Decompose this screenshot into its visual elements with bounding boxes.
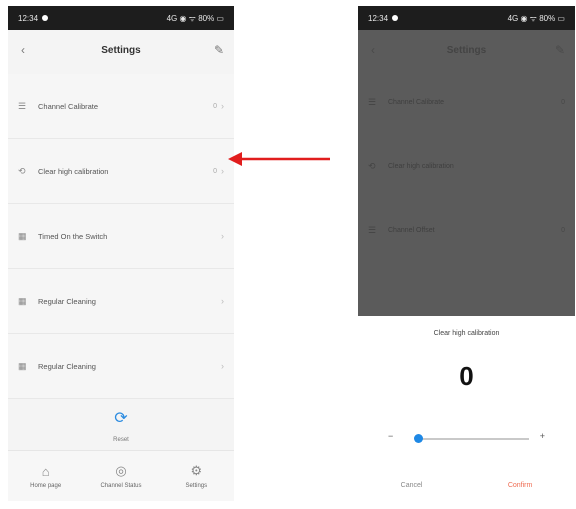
setting-label: Timed On the Switch bbox=[38, 231, 108, 241]
reset-icon: ⟳ bbox=[114, 410, 128, 427]
nav-channel-status[interactable]: ◎ Channel Status bbox=[91, 463, 151, 489]
status-time: 12:34 bbox=[368, 13, 389, 23]
setting-value: 0 bbox=[561, 98, 565, 106]
setting-label: Regular Cleaning bbox=[38, 361, 96, 371]
setting-regular-cleaning-2[interactable]: ▦ Regular Cleaning › bbox=[8, 334, 234, 399]
setting-channel-calibrate: ☰ Channel Calibrate 0 bbox=[358, 70, 575, 134]
chevron-left-icon[interactable]: ‹ bbox=[16, 43, 30, 57]
setting-channel-calibrate[interactable]: ☰ Channel Calibrate 0 › bbox=[8, 74, 234, 139]
settings-icon: ⚙ bbox=[190, 463, 203, 478]
status-icons: 4G ◉ ᯤ 80% ▭ bbox=[166, 13, 224, 23]
annotation-arrow-icon bbox=[228, 152, 330, 166]
status-bar: 12:34 4G ◉ ᯤ 80% ▭ bbox=[358, 6, 575, 30]
setting-label: Channel Offset bbox=[388, 226, 435, 234]
sliders-icon: ☰ bbox=[368, 224, 377, 235]
right-phone-screen: 12:34 4G ◉ ᯤ 80% ▭ ‹ Settings ✎ ☰ Channe… bbox=[358, 6, 575, 501]
header: ‹ Settings ✎ bbox=[358, 30, 575, 70]
sliders-icon: ☰ bbox=[18, 100, 27, 111]
reset-label: Reset bbox=[113, 437, 129, 443]
calibration-value: 0 bbox=[459, 361, 474, 391]
chevron-right-icon: › bbox=[221, 166, 224, 176]
chevron-right-icon: › bbox=[221, 296, 224, 306]
slider-handle[interactable] bbox=[414, 434, 423, 443]
setting-value: 0 bbox=[213, 102, 217, 110]
chevron-right-icon: › bbox=[221, 231, 224, 241]
calendar-icon: ▦ bbox=[18, 230, 27, 241]
setting-label: Clear high calibration bbox=[388, 162, 454, 170]
nav-label: Channel Status bbox=[100, 483, 142, 489]
minus-icon[interactable]: − bbox=[388, 431, 393, 441]
cancel-button[interactable]: Cancel bbox=[401, 482, 423, 489]
calendar-icon: ▦ bbox=[18, 295, 27, 306]
calibration-slider[interactable]: − + bbox=[388, 431, 545, 444]
setting-channel-offset: ☰ Channel Offset 0 bbox=[358, 198, 575, 262]
header: ‹ Settings ✎ bbox=[8, 30, 234, 70]
setting-value: 0 bbox=[213, 167, 217, 175]
setting-value: 0 bbox=[561, 226, 565, 234]
reset-button[interactable]: ⟳ Reset bbox=[8, 408, 234, 446]
confirm-button[interactable]: Confirm bbox=[508, 482, 533, 489]
sheet-actions: Cancel Confirm bbox=[358, 482, 575, 489]
nav-label: Home page bbox=[30, 482, 62, 489]
edit-icon[interactable]: ✎ bbox=[212, 43, 226, 57]
home-icon: ⌂ bbox=[41, 463, 50, 479]
notification-dot bbox=[392, 15, 399, 22]
calibrate-icon: ⟲ bbox=[18, 165, 26, 176]
calibration-bottom-sheet: Clear high calibration 0 − + Cancel Conf… bbox=[358, 316, 575, 501]
status-time: 12:34 bbox=[18, 13, 39, 23]
chevron-right-icon: › bbox=[221, 361, 224, 371]
page-title: Settings bbox=[101, 44, 141, 56]
bottom-nav: ⌂ Home page ◎ Channel Status ⚙ Settings bbox=[8, 450, 234, 501]
settings-list: ☰ Channel Calibrate 0 › ⟲ Clear high cal… bbox=[8, 74, 234, 399]
setting-label: Clear high calibration bbox=[38, 166, 109, 176]
status-bar: 12:34 4G ◉ ᯤ 80% ▭ bbox=[8, 6, 234, 30]
sheet-title: Clear high calibration bbox=[433, 330, 500, 337]
edit-icon: ✎ bbox=[554, 43, 566, 57]
page-title: Settings bbox=[446, 44, 487, 56]
calendar-icon: ▦ bbox=[18, 360, 27, 371]
notification-dot bbox=[42, 15, 49, 22]
status-icons: 4G ◉ ᯤ 80% ▭ bbox=[507, 13, 565, 23]
calibrate-icon: ⟲ bbox=[368, 160, 376, 171]
nav-home[interactable]: ⌂ Home page bbox=[16, 464, 76, 489]
status-icon: ◎ bbox=[115, 463, 127, 478]
setting-regular-cleaning[interactable]: ▦ Regular Cleaning › bbox=[8, 269, 234, 334]
setting-timed-on-switch[interactable]: ▦ Timed On the Switch › bbox=[8, 204, 234, 269]
nav-label: Settings bbox=[185, 483, 208, 489]
setting-clear-high-calibration[interactable]: ⟲ Clear high calibration 0 › bbox=[8, 139, 234, 204]
setting-label: Channel Calibrate bbox=[388, 98, 445, 106]
slider-track[interactable] bbox=[418, 438, 529, 440]
chevron-left-icon: ‹ bbox=[371, 43, 375, 57]
nav-settings[interactable]: ⚙ Settings bbox=[166, 463, 226, 489]
setting-label: Regular Cleaning bbox=[38, 296, 96, 306]
setting-clear-high-calibration: ⟲ Clear high calibration bbox=[358, 134, 575, 198]
sliders-icon: ☰ bbox=[368, 96, 377, 107]
dimmed-overlay[interactable]: ‹ Settings ✎ ☰ Channel Calibrate 0 ⟲ Cle… bbox=[358, 30, 575, 316]
chevron-right-icon: › bbox=[221, 101, 224, 111]
left-phone-screen: 12:34 4G ◉ ᯤ 80% ▭ ‹ Settings ✎ ☰ Channe… bbox=[8, 6, 234, 501]
plus-icon[interactable]: + bbox=[540, 431, 545, 441]
setting-label: Channel Calibrate bbox=[38, 101, 99, 111]
